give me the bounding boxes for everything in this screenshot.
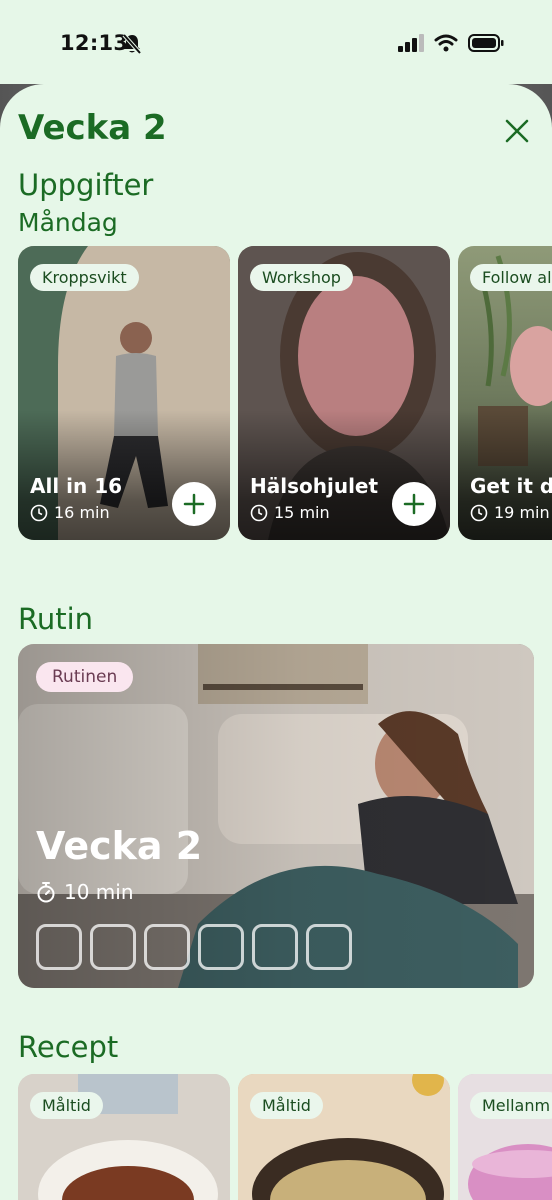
- task-title: All in 16: [30, 474, 123, 498]
- clock-icon: [470, 504, 488, 521]
- status-bar: 12:13: [0, 0, 552, 84]
- plus-icon: [403, 493, 425, 515]
- recipes-section-title: Recept: [18, 1030, 119, 1064]
- recipe-card[interactable]: Mellanm: [458, 1074, 552, 1200]
- recipe-tag: Måltid: [30, 1092, 103, 1119]
- task-tag: Kroppsvikt: [30, 264, 139, 291]
- wifi-icon: [434, 34, 458, 52]
- progress-box: [306, 924, 352, 970]
- tasks-carousel[interactable]: Kroppsvikt All in 16 16 min Workshop Häl…: [18, 246, 552, 540]
- clock-icon: [250, 504, 268, 521]
- recipes-carousel[interactable]: Måltid Måltid Mellanm: [18, 1074, 552, 1200]
- routine-title: Vecka 2: [36, 824, 203, 868]
- task-card[interactable]: Workshop Hälsohjulet 15 min: [238, 246, 450, 540]
- recipe-tag: Mellanm: [470, 1092, 552, 1119]
- page-title: Vecka 2: [18, 108, 167, 148]
- task-title: Get it do: [470, 474, 552, 498]
- task-duration: 16 min: [30, 503, 110, 522]
- routine-section-title: Rutin: [18, 602, 94, 636]
- close-icon[interactable]: [502, 116, 532, 146]
- plus-icon: [183, 493, 205, 515]
- stopwatch-icon: [37, 882, 55, 903]
- recipe-card[interactable]: Måltid: [238, 1074, 450, 1200]
- progress-box: [198, 924, 244, 970]
- week-sheet: Vecka 2 Uppgifter Måndag Kroppsvikt All …: [0, 84, 552, 1200]
- task-card[interactable]: Follow al Get it do 19 min: [458, 246, 552, 540]
- add-task-button[interactable]: [392, 482, 436, 526]
- progress-box: [36, 924, 82, 970]
- task-title: Hälsohjulet: [250, 474, 379, 498]
- day-title: Måndag: [18, 208, 118, 237]
- add-task-button[interactable]: [172, 482, 216, 526]
- routine-card[interactable]: Rutinen Vecka 2 10 min: [18, 644, 534, 988]
- task-tag: Follow al: [470, 264, 552, 291]
- progress-box: [144, 924, 190, 970]
- status-time: 12:13: [60, 31, 129, 55]
- recipe-tag: Måltid: [250, 1092, 323, 1119]
- tasks-section-title: Uppgifter: [18, 168, 154, 202]
- progress-box: [90, 924, 136, 970]
- recipe-card[interactable]: Måltid: [18, 1074, 230, 1200]
- task-duration: 19 min: [470, 503, 550, 522]
- clock-icon: [30, 504, 48, 521]
- task-tag: Workshop: [250, 264, 353, 291]
- routine-duration: 10 min: [36, 880, 134, 904]
- bell-off-icon: [122, 33, 142, 55]
- battery-icon: [468, 34, 504, 52]
- signal-icon: [398, 34, 424, 52]
- task-card[interactable]: Kroppsvikt All in 16 16 min: [18, 246, 230, 540]
- routine-tag: Rutinen: [36, 662, 134, 692]
- task-duration: 15 min: [250, 503, 330, 522]
- progress-box: [252, 924, 298, 970]
- routine-progress: [36, 924, 352, 970]
